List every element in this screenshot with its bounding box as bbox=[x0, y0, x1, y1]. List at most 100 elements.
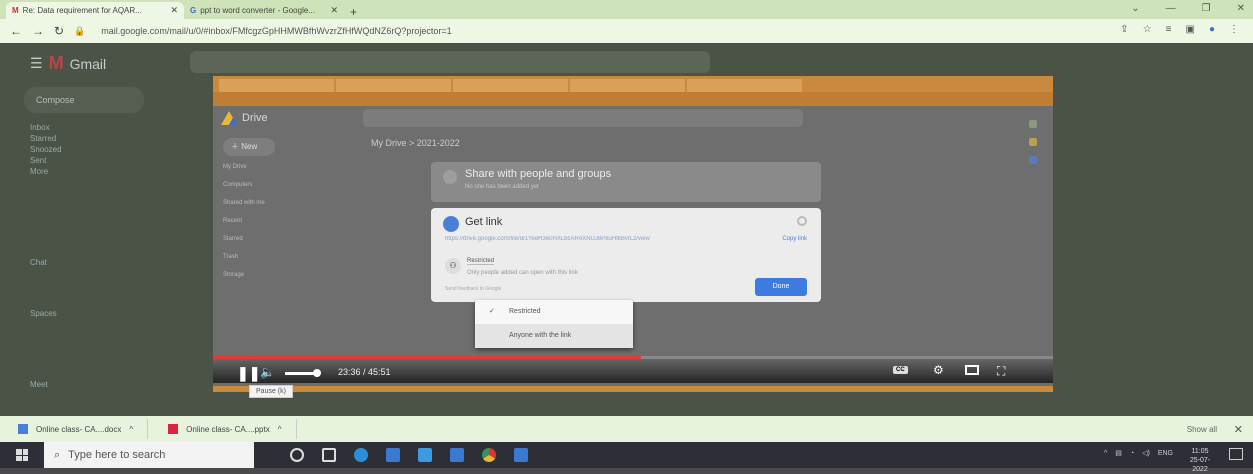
mail-icon[interactable] bbox=[386, 448, 400, 462]
profile-icon[interactable]: ● bbox=[1209, 24, 1215, 35]
pause-tooltip: Pause (k) bbox=[249, 385, 293, 398]
share-icon[interactable]: ⇪ bbox=[1120, 24, 1128, 35]
miniplayer-icon[interactable] bbox=[965, 365, 979, 375]
sidebar-item-more[interactable]: More bbox=[0, 167, 190, 178]
close-window-icon[interactable]: ✕ bbox=[1237, 3, 1245, 14]
drive-sidebar-item-starred[interactable]: Starred bbox=[223, 236, 265, 254]
clock[interactable]: 11:05 25-07-2022 bbox=[1183, 447, 1217, 474]
keep-icon[interactable] bbox=[1029, 138, 1037, 146]
browser-tab-google[interactable]: G ppt to word converter - Google... ✕ bbox=[184, 2, 344, 19]
cortana-icon[interactable] bbox=[290, 448, 304, 462]
sidebar-item-spaces[interactable]: Spaces bbox=[0, 309, 190, 320]
get-link-dialog: Get link https://drive.google.com/file/d… bbox=[431, 208, 821, 302]
drive-search-input[interactable] bbox=[363, 109, 803, 127]
sidebar-item-starred[interactable]: Starred bbox=[0, 134, 190, 145]
menu-item-restricted[interactable]: ✓ Restricted bbox=[475, 300, 633, 324]
download-item[interactable]: Online class- CA....docx ^ bbox=[18, 419, 149, 439]
new-tab-button[interactable]: + bbox=[344, 5, 363, 19]
chevron-up-icon[interactable]: ^ bbox=[129, 425, 133, 434]
sidebar-item-sent[interactable]: Sent bbox=[0, 156, 190, 167]
search-icon: ⌕ bbox=[54, 448, 61, 461]
drive-right-panel bbox=[1023, 110, 1043, 270]
sidebar-item-snoozed[interactable]: Snoozed bbox=[0, 145, 190, 156]
notifications-icon[interactable] bbox=[1229, 448, 1243, 460]
minimize-icon[interactable]: — bbox=[1166, 3, 1176, 14]
done-button[interactable]: Done bbox=[755, 278, 807, 296]
search-placeholder: Type here to search bbox=[68, 449, 166, 461]
access-dropdown-menu: ✓ Restricted Anyone with the link bbox=[475, 300, 633, 348]
send-feedback-link[interactable]: Send feedback to Google bbox=[445, 286, 501, 292]
drive-breadcrumb[interactable]: My Drive > 2021-2022 bbox=[371, 138, 460, 148]
windows-start-icon[interactable] bbox=[16, 449, 28, 461]
playlist-icon[interactable]: ≡ bbox=[1166, 24, 1172, 35]
photos-icon[interactable] bbox=[514, 448, 528, 462]
forward-icon[interactable]: → bbox=[32, 24, 44, 38]
sidepanel-icon[interactable]: ▣ bbox=[1186, 24, 1195, 35]
close-tab-icon[interactable]: ✕ bbox=[330, 5, 338, 16]
drive-sidebar-item-recent[interactable]: Recent bbox=[223, 218, 265, 236]
document-icon bbox=[168, 424, 179, 434]
show-all-link[interactable]: Show all bbox=[1187, 425, 1217, 434]
people-icon: ⚇ bbox=[445, 258, 461, 274]
browser-tab-gmail[interactable]: M Re: Data requirement for AQAR... ✕ bbox=[6, 2, 184, 19]
captions-button[interactable]: CC bbox=[893, 366, 908, 374]
settings-gear-icon[interactable] bbox=[797, 216, 807, 226]
chevron-down-icon[interactable]: ⌄ bbox=[1131, 3, 1139, 14]
hamburger-icon[interactable]: ☰ bbox=[30, 55, 43, 72]
sidebar-item-meet[interactable]: Meet bbox=[0, 380, 190, 391]
menu-item-label: Anyone with the link bbox=[509, 332, 572, 339]
store-icon[interactable] bbox=[418, 448, 432, 462]
close-icon[interactable]: ✕ bbox=[1234, 423, 1243, 436]
maximize-icon[interactable]: ❐ bbox=[1202, 3, 1211, 14]
settings-icon[interactable]: ⚙ bbox=[933, 363, 944, 377]
volume-handle[interactable] bbox=[313, 369, 321, 377]
gmail-logo: ☰ M Gmail bbox=[30, 53, 106, 74]
copy-link-button[interactable]: Copy link bbox=[782, 236, 807, 242]
menu-icon[interactable]: ⋮ bbox=[1229, 24, 1239, 35]
drive-sidebar-item-mydrive[interactable]: My Drive bbox=[223, 164, 265, 182]
drive-sidebar-item-trash[interactable]: Trash bbox=[223, 254, 265, 272]
plus-icon: ＋ bbox=[231, 142, 242, 151]
network-icon[interactable]: ▤ bbox=[1115, 449, 1122, 457]
pause-icon[interactable]: ❚❚ bbox=[237, 365, 260, 382]
lock-icon[interactable]: 🔒 bbox=[74, 26, 85, 37]
star-icon[interactable]: ☆ bbox=[1143, 24, 1152, 35]
tasks-icon[interactable] bbox=[1029, 156, 1037, 164]
back-icon[interactable]: ← bbox=[10, 24, 22, 38]
folder-icon[interactable] bbox=[450, 448, 464, 462]
sidebar-item-inbox[interactable]: Inbox bbox=[0, 123, 190, 134]
chevron-up-icon[interactable]: ^ bbox=[278, 425, 282, 434]
menu-item-anyone-with-link[interactable]: Anyone with the link bbox=[475, 324, 633, 348]
video-tab bbox=[453, 79, 568, 92]
fullscreen-icon[interactable]: ⛶ bbox=[997, 364, 1005, 379]
chevron-up-icon[interactable]: ^ bbox=[1104, 450, 1107, 457]
video-player[interactable]: Drive ＋ New My Drive Computers Shared wi… bbox=[213, 76, 1053, 392]
drive-sidebar-item-storage[interactable]: Storage bbox=[223, 272, 265, 290]
task-view-icon[interactable] bbox=[322, 448, 336, 462]
check-icon: ✓ bbox=[489, 308, 495, 315]
compose-button[interactable]: Compose bbox=[24, 87, 144, 113]
sidebar-item-chat[interactable]: Chat bbox=[0, 258, 190, 269]
link-icon bbox=[443, 216, 459, 232]
drive-sidebar-item-computers[interactable]: Computers bbox=[223, 182, 265, 200]
taskbar-search-input[interactable]: ⌕ Type here to search bbox=[44, 442, 254, 468]
edge-icon[interactable] bbox=[354, 448, 368, 462]
gmail-search-input[interactable] bbox=[190, 51, 710, 73]
wifi-icon[interactable]: ◔ bbox=[1130, 450, 1134, 457]
video-tab bbox=[687, 79, 802, 92]
chrome-icon[interactable] bbox=[482, 448, 496, 462]
volume-icon[interactable]: ◁) bbox=[1142, 449, 1150, 457]
close-tab-icon[interactable]: ✕ bbox=[170, 5, 178, 16]
download-item[interactable]: Online class- CA....pptx ^ bbox=[168, 419, 297, 439]
calendar-icon[interactable] bbox=[1029, 120, 1037, 128]
drive-sidebar-item-shared[interactable]: Shared with me bbox=[223, 200, 265, 218]
volume-icon[interactable]: 🔈 bbox=[260, 365, 275, 379]
tab-label: Re: Data requirement for AQAR... bbox=[22, 6, 142, 15]
access-description: Only people added can open with this lin… bbox=[467, 270, 578, 276]
reload-icon[interactable]: ↻ bbox=[54, 24, 64, 38]
drive-new-button[interactable]: ＋ New bbox=[223, 138, 275, 156]
access-select[interactable]: Restricted bbox=[467, 258, 495, 265]
url-field[interactable]: mail.google.com/mail/u/0/#inbox/FMfcgzGp… bbox=[101, 26, 451, 36]
toolbar-icons: ⇪ ☆ ≡ ▣ ● ⋮ bbox=[1120, 24, 1239, 35]
language-indicator[interactable]: ENG bbox=[1158, 450, 1173, 457]
